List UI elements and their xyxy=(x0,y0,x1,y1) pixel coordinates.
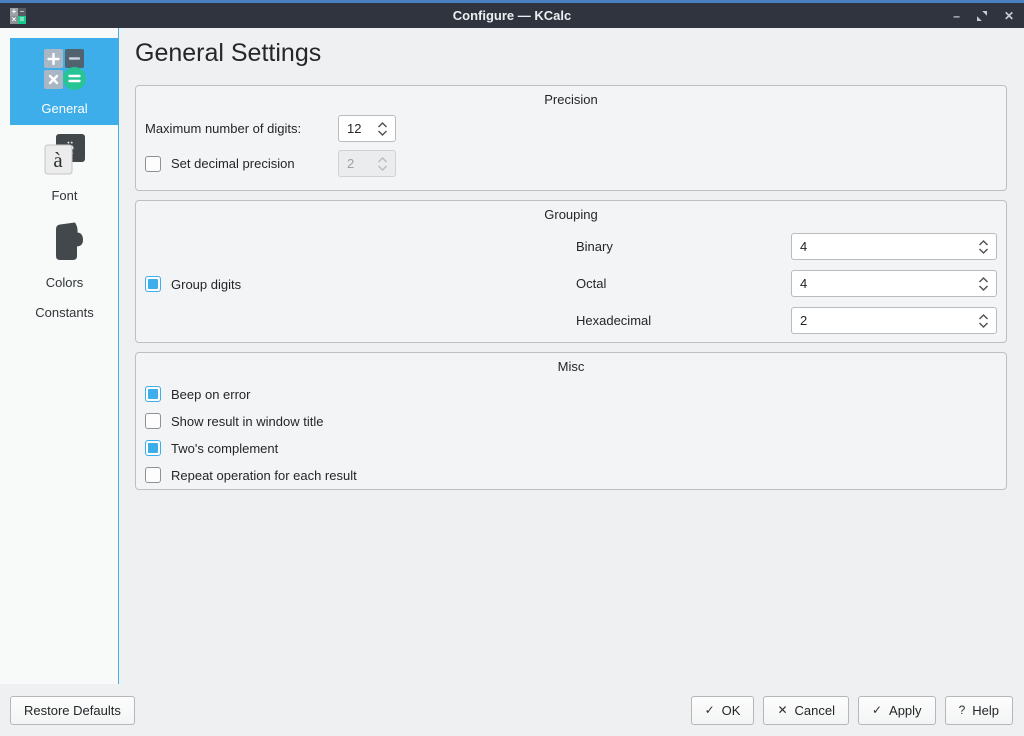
apply-label: Apply xyxy=(889,703,922,718)
hexadecimal-grouping-spinbox[interactable]: 2 xyxy=(791,307,997,334)
chevron-down-icon xyxy=(377,130,388,136)
sidebar-item-label: Font xyxy=(51,188,77,203)
binary-grouping-spinbox[interactable]: 4 xyxy=(791,233,997,260)
spin-arrows[interactable] xyxy=(978,240,989,254)
misc-option-row: Two's complement xyxy=(145,440,1006,456)
repeat-operation-checkbox[interactable] xyxy=(145,467,161,483)
misc-group-title: Misc xyxy=(136,353,1006,374)
spin-arrows[interactable] xyxy=(978,277,989,291)
sidebar-item-constants[interactable]: Constants xyxy=(10,299,119,326)
close-icon[interactable]: ✕ xyxy=(1004,10,1014,22)
hexadecimal-grouping-value: 2 xyxy=(800,313,978,328)
spin-arrows[interactable] xyxy=(377,122,388,136)
cross-icon: ✕ xyxy=(777,703,787,717)
apply-button[interactable]: ✓ Apply xyxy=(858,696,936,725)
restore-defaults-button[interactable]: Restore Defaults xyxy=(10,696,135,725)
chevron-up-icon xyxy=(978,240,989,246)
precision-group-title: Precision xyxy=(136,86,1006,107)
binary-grouping-value: 4 xyxy=(800,239,978,254)
settings-content: General Settings Precision Maximum numbe… xyxy=(119,28,1024,684)
restore-icon[interactable] xyxy=(976,10,988,22)
chevron-down-icon xyxy=(978,248,989,254)
repeat-operation-label[interactable]: Repeat operation for each result xyxy=(171,468,357,483)
sidebar-item-colors[interactable]: Colors xyxy=(10,212,119,299)
misc-option-row: Repeat operation for each result xyxy=(145,467,1006,483)
window-controls: – ✕ xyxy=(953,10,1014,22)
max-digits-spinbox[interactable]: 12 xyxy=(338,115,396,142)
spin-arrows[interactable] xyxy=(978,314,989,328)
cancel-label: Cancel xyxy=(795,703,835,718)
question-mark-icon: ? xyxy=(959,703,966,717)
hexadecimal-label: Hexadecimal xyxy=(576,313,791,328)
grouping-group-title: Grouping xyxy=(136,201,1006,222)
chevron-down-icon xyxy=(377,165,388,171)
icon-equals-cell: = xyxy=(18,16,26,24)
sidebar-item-label: Colors xyxy=(46,275,84,290)
kcalc-app-icon: + − × = xyxy=(10,8,26,24)
chevron-up-icon xyxy=(377,157,388,163)
group-digits-checkbox[interactable] xyxy=(145,276,161,292)
beep-on-error-checkbox[interactable] xyxy=(145,386,161,402)
checkmark-icon: ✓ xyxy=(705,703,715,717)
grouping-groupbox: Grouping Group digits Binary 4 xyxy=(135,200,1007,343)
spin-arrows xyxy=(377,157,388,171)
twos-complement-checkbox[interactable] xyxy=(145,440,161,456)
octal-grouping-spinbox[interactable]: 4 xyxy=(791,270,997,297)
dialog-button-bar: Restore Defaults ✓ OK ✕ Cancel ✓ Apply ?… xyxy=(0,684,1024,736)
octal-label: Octal xyxy=(576,276,791,291)
beep-on-error-label[interactable]: Beep on error xyxy=(171,387,251,402)
show-result-in-title-checkbox[interactable] xyxy=(145,413,161,429)
octal-grouping-row: Octal 4 xyxy=(576,270,997,297)
octal-grouping-value: 4 xyxy=(800,276,978,291)
sidebar-item-general[interactable]: General xyxy=(10,38,119,125)
max-digits-label: Maximum number of digits: xyxy=(145,121,338,136)
precision-groupbox: Precision Maximum number of digits: 12 xyxy=(135,85,1007,191)
minimize-icon[interactable]: – xyxy=(953,10,960,22)
chevron-up-icon xyxy=(377,122,388,128)
group-digits-label[interactable]: Group digits xyxy=(171,277,241,292)
window-title: Configure — KCalc xyxy=(0,8,1024,23)
hexadecimal-grouping-row: Hexadecimal 2 xyxy=(576,307,997,334)
decimal-precision-value: 2 xyxy=(347,156,377,171)
chevron-down-icon xyxy=(978,285,989,291)
sidebar-item-label: General xyxy=(41,101,87,116)
misc-groupbox: Misc Beep on error Show result in window… xyxy=(135,352,1007,490)
set-decimal-precision-label[interactable]: Set decimal precision xyxy=(171,156,295,171)
help-button[interactable]: ? Help xyxy=(945,696,1013,725)
settings-category-sidebar: General ë à Font Colors Constants xyxy=(0,28,119,684)
max-digits-value: 12 xyxy=(347,121,377,136)
checkmark-icon: ✓ xyxy=(872,703,882,717)
cancel-button[interactable]: ✕ Cancel xyxy=(763,696,849,725)
svg-text:à: à xyxy=(53,148,63,172)
misc-option-row: Beep on error xyxy=(145,386,1006,402)
ok-button[interactable]: ✓ OK xyxy=(691,696,755,725)
sidebar-item-label: Constants xyxy=(35,305,94,320)
chevron-down-icon xyxy=(978,322,989,328)
calculator-icon xyxy=(41,45,89,93)
twos-complement-label[interactable]: Two's complement xyxy=(171,441,278,456)
chevron-up-icon xyxy=(978,314,989,320)
page-title: General Settings xyxy=(135,39,1007,68)
ok-label: OK xyxy=(722,703,741,718)
color-swatch-icon xyxy=(41,219,89,267)
restore-defaults-label: Restore Defaults xyxy=(24,703,121,718)
binary-grouping-row: Binary 4 xyxy=(576,233,997,260)
decimal-precision-spinbox: 2 xyxy=(338,150,396,177)
sidebar-item-font[interactable]: ë à Font xyxy=(10,125,119,212)
help-label: Help xyxy=(972,703,999,718)
font-letters-icon: ë à xyxy=(41,132,89,180)
titlebar[interactable]: + − × = Configure — KCalc – ✕ xyxy=(0,3,1024,28)
binary-label: Binary xyxy=(576,239,791,254)
chevron-up-icon xyxy=(978,277,989,283)
misc-option-row: Show result in window title xyxy=(145,413,1006,429)
configure-dialog: + − × = Configure — KCalc – ✕ xyxy=(0,0,1024,736)
set-decimal-precision-checkbox[interactable] xyxy=(145,156,161,172)
icon-multiply-cell: × xyxy=(10,16,18,24)
show-result-in-title-label[interactable]: Show result in window title xyxy=(171,414,323,429)
